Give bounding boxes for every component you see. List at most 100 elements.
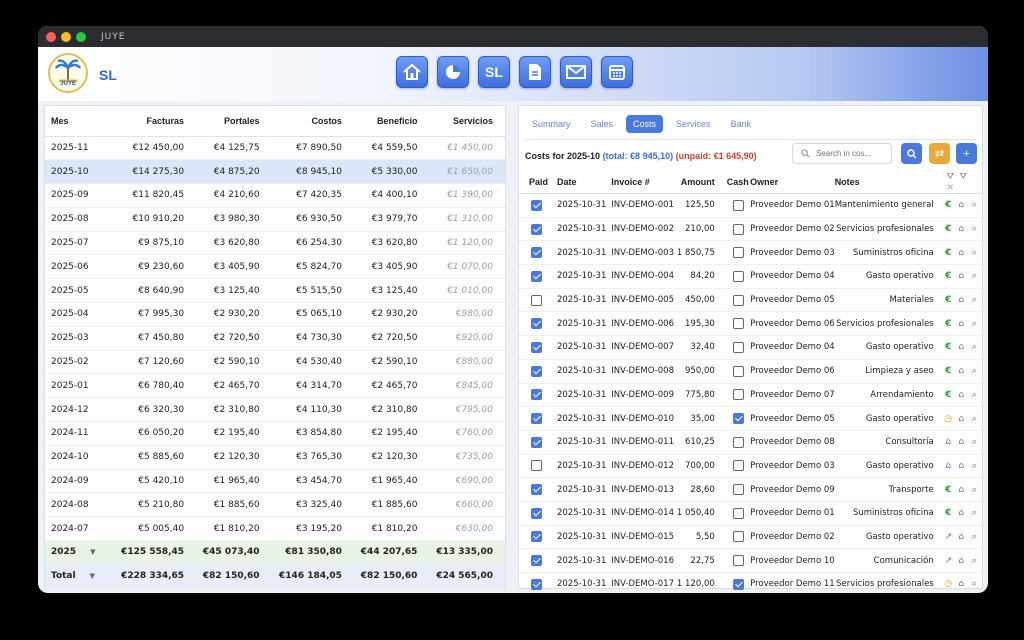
dropdown-caret-icon[interactable]: ▼ — [90, 572, 95, 580]
bank-icon[interactable]: ⌂ — [942, 437, 955, 447]
view-details-icon[interactable]: ⌕ — [968, 461, 981, 471]
table-row[interactable]: 2025-10-31 INV-DEMO-015 5,50 Proveedor Demo… — [519, 525, 982, 550]
house-icon[interactable]: ⌂ — [955, 342, 968, 352]
view-details-icon[interactable]: ⌕ — [968, 485, 981, 495]
cash-checkbox[interactable] — [732, 436, 744, 448]
view-details-icon[interactable]: ⌕ — [968, 508, 981, 518]
tab-costs[interactable]: Costs — [626, 115, 664, 133]
paid-checkbox[interactable] — [531, 484, 542, 496]
dropdown-caret-icon[interactable]: ▼ — [90, 548, 95, 556]
paid-checkbox[interactable] — [531, 341, 542, 353]
table-row[interactable]: 2025-08 €10 910,20 €3 980,30 €6 930,50 €3 97… — [45, 207, 505, 232]
cash-checkbox[interactable] — [732, 578, 744, 590]
col-costos[interactable]: Costos — [271, 106, 354, 137]
cash-checkbox[interactable] — [732, 318, 744, 330]
house-icon[interactable]: ⌂ — [955, 532, 968, 542]
view-details-icon[interactable]: ⌕ — [968, 295, 981, 305]
table-row[interactable]: 2025-10-31 INV-DEMO-016 22,75 Proveedor Dem… — [519, 548, 982, 573]
paid-checkbox[interactable] — [531, 531, 542, 543]
cash-checkbox[interactable] — [732, 531, 744, 543]
paid-checkbox[interactable] — [531, 365, 542, 377]
table-row[interactable]: 2025-10-31 INV-DEMO-014 1 050,40 Proveedor … — [519, 501, 982, 526]
table-row[interactable]: 2025-07 €9 875,10 €3 620,80 €6 254,30 €3 620… — [45, 231, 505, 256]
total-row[interactable]: Total ▼ €228 334,65 €82 150,60 €146 184,05 €8… — [45, 563, 505, 589]
tab-services[interactable]: Services — [669, 115, 718, 133]
documents-button[interactable] — [519, 56, 551, 88]
table-row[interactable]: 2025-05 €8 640,90 €3 125,40 €5 515,50 €3 125… — [45, 278, 505, 304]
house-icon[interactable]: ⌂ — [955, 461, 968, 471]
cash-checkbox[interactable] — [732, 223, 744, 235]
table-row[interactable]: 2025-10-31 INV-DEMO-005 450,00 Proveedor De… — [519, 288, 982, 313]
col-date[interactable]: Date — [548, 171, 608, 194]
view-details-icon[interactable]: ⌕ — [968, 271, 981, 281]
table-row[interactable]: 2025-10-31 INV-DEMO-003 1 850,75 Proveedor … — [519, 240, 982, 266]
cash-checkbox[interactable] — [732, 484, 744, 496]
col-owner[interactable]: Owner — [750, 171, 835, 194]
house-icon[interactable]: ⌂ — [955, 200, 968, 210]
search-box[interactable] — [792, 143, 892, 164]
paid-checkbox[interactable] — [531, 389, 542, 401]
house-icon[interactable]: ⌂ — [955, 295, 968, 305]
euro-icon[interactable]: € — [942, 295, 955, 305]
table-row[interactable]: 2025-10-31 INV-DEMO-010 35,00 Proveedor Dem… — [519, 406, 982, 431]
view-details-icon[interactable]: ⌕ — [968, 342, 981, 352]
house-icon[interactable]: ⌂ — [955, 437, 968, 447]
table-row[interactable]: 2025-10-31 INV-DEMO-017 1 120,00 Proveedor … — [519, 572, 982, 593]
table-row[interactable]: 2025-10-31 INV-DEMO-009 775,80 Proveedor De… — [519, 383, 982, 408]
view-details-icon[interactable]: ⌕ — [968, 414, 981, 424]
paid-checkbox[interactable] — [531, 413, 542, 425]
paid-checkbox[interactable] — [531, 270, 542, 282]
year-summary-row[interactable]: 2025 ▼ €125 558,45 €45 073,40 €81 350,80 €44 … — [45, 540, 505, 565]
euro-icon[interactable]: € — [942, 319, 955, 329]
table-row[interactable]: 2025-10-31 INV-DEMO-011 610,25 Proveedor De… — [519, 430, 982, 455]
euro-icon[interactable]: € — [942, 224, 955, 234]
view-details-icon[interactable]: ⌕ — [968, 248, 981, 258]
house-icon[interactable]: ⌂ — [955, 414, 968, 424]
cash-checkbox[interactable] — [732, 507, 744, 519]
house-icon[interactable]: ⌂ — [955, 248, 968, 258]
table-row[interactable]: 2025-10-31 INV-DEMO-001 125,50 Proveedor De… — [519, 193, 982, 218]
paid-checkbox[interactable] — [531, 223, 542, 235]
house-icon[interactable]: ⌂ — [955, 271, 968, 281]
cash-checkbox[interactable] — [732, 413, 744, 425]
euro-icon[interactable]: € — [942, 485, 955, 495]
table-row[interactable]: 2025-10-31 INV-DEMO-007 32,40 Proveedor Dem… — [519, 335, 982, 360]
table-row[interactable]: 2025-10-31 INV-DEMO-004 84,20 Proveedor Dem… — [519, 264, 982, 289]
table-row[interactable]: 2024-08 €5 210,80 €1 885,60 €3 325,40 €1 885… — [45, 492, 505, 518]
col-beneficio[interactable]: Beneficio — [353, 106, 430, 137]
table-row[interactable]: 2025-10-31 INV-DEMO-006 195,30 Proveedor De… — [519, 311, 982, 337]
reports-button[interactable] — [437, 56, 469, 88]
col-portales[interactable]: Portales — [196, 106, 272, 137]
search-input[interactable] — [816, 149, 882, 158]
view-details-icon[interactable]: ⌕ — [968, 390, 981, 400]
bank-icon[interactable]: ⌂ — [942, 461, 955, 471]
cash-checkbox[interactable] — [732, 389, 744, 401]
calendar-button[interactable] — [601, 56, 633, 88]
view-details-icon[interactable]: ⌕ — [968, 366, 981, 376]
clock-icon[interactable]: ◷ — [942, 579, 955, 589]
col-mes[interactable]: Mes — [45, 106, 114, 137]
cash-checkbox[interactable] — [732, 341, 744, 353]
euro-icon[interactable]: € — [942, 390, 955, 400]
col-invoice[interactable]: Invoice # — [607, 171, 677, 194]
clear-filter-icon[interactable]: ✕ — [944, 182, 957, 193]
view-details-icon[interactable]: ⌕ — [968, 437, 981, 447]
tab-sales[interactable]: Sales — [584, 115, 621, 133]
tab-summary[interactable]: Summary — [525, 115, 578, 133]
table-row[interactable]: 2025-09 €11 820,45 €4 210,60 €7 420,35 €4 40… — [45, 183, 505, 208]
cash-checkbox[interactable] — [732, 294, 744, 306]
trend-icon[interactable]: ↗ — [942, 532, 955, 542]
house-icon[interactable]: ⌂ — [955, 319, 968, 329]
euro-icon[interactable]: € — [942, 508, 955, 518]
table-row[interactable]: 2025-04 €7 995,30 €2 930,20 €5 065,10 €2 930… — [45, 302, 505, 327]
table-row[interactable]: 2025-10-31 INV-DEMO-002 210,00 Proveedor De… — [519, 217, 982, 242]
col-paid[interactable]: Paid — [519, 171, 549, 194]
table-row[interactable]: 2025-01 €6 780,40 €2 465,70 €4 314,70 €2 465… — [45, 373, 505, 399]
minimize-window-button[interactable] — [61, 31, 71, 42]
company-button[interactable]: SL — [478, 56, 510, 88]
cash-checkbox[interactable] — [732, 199, 744, 211]
cash-checkbox[interactable] — [732, 247, 744, 259]
search-button[interactable] — [901, 143, 922, 164]
col-amount[interactable]: Amount — [676, 171, 725, 194]
cash-checkbox[interactable] — [732, 460, 744, 472]
